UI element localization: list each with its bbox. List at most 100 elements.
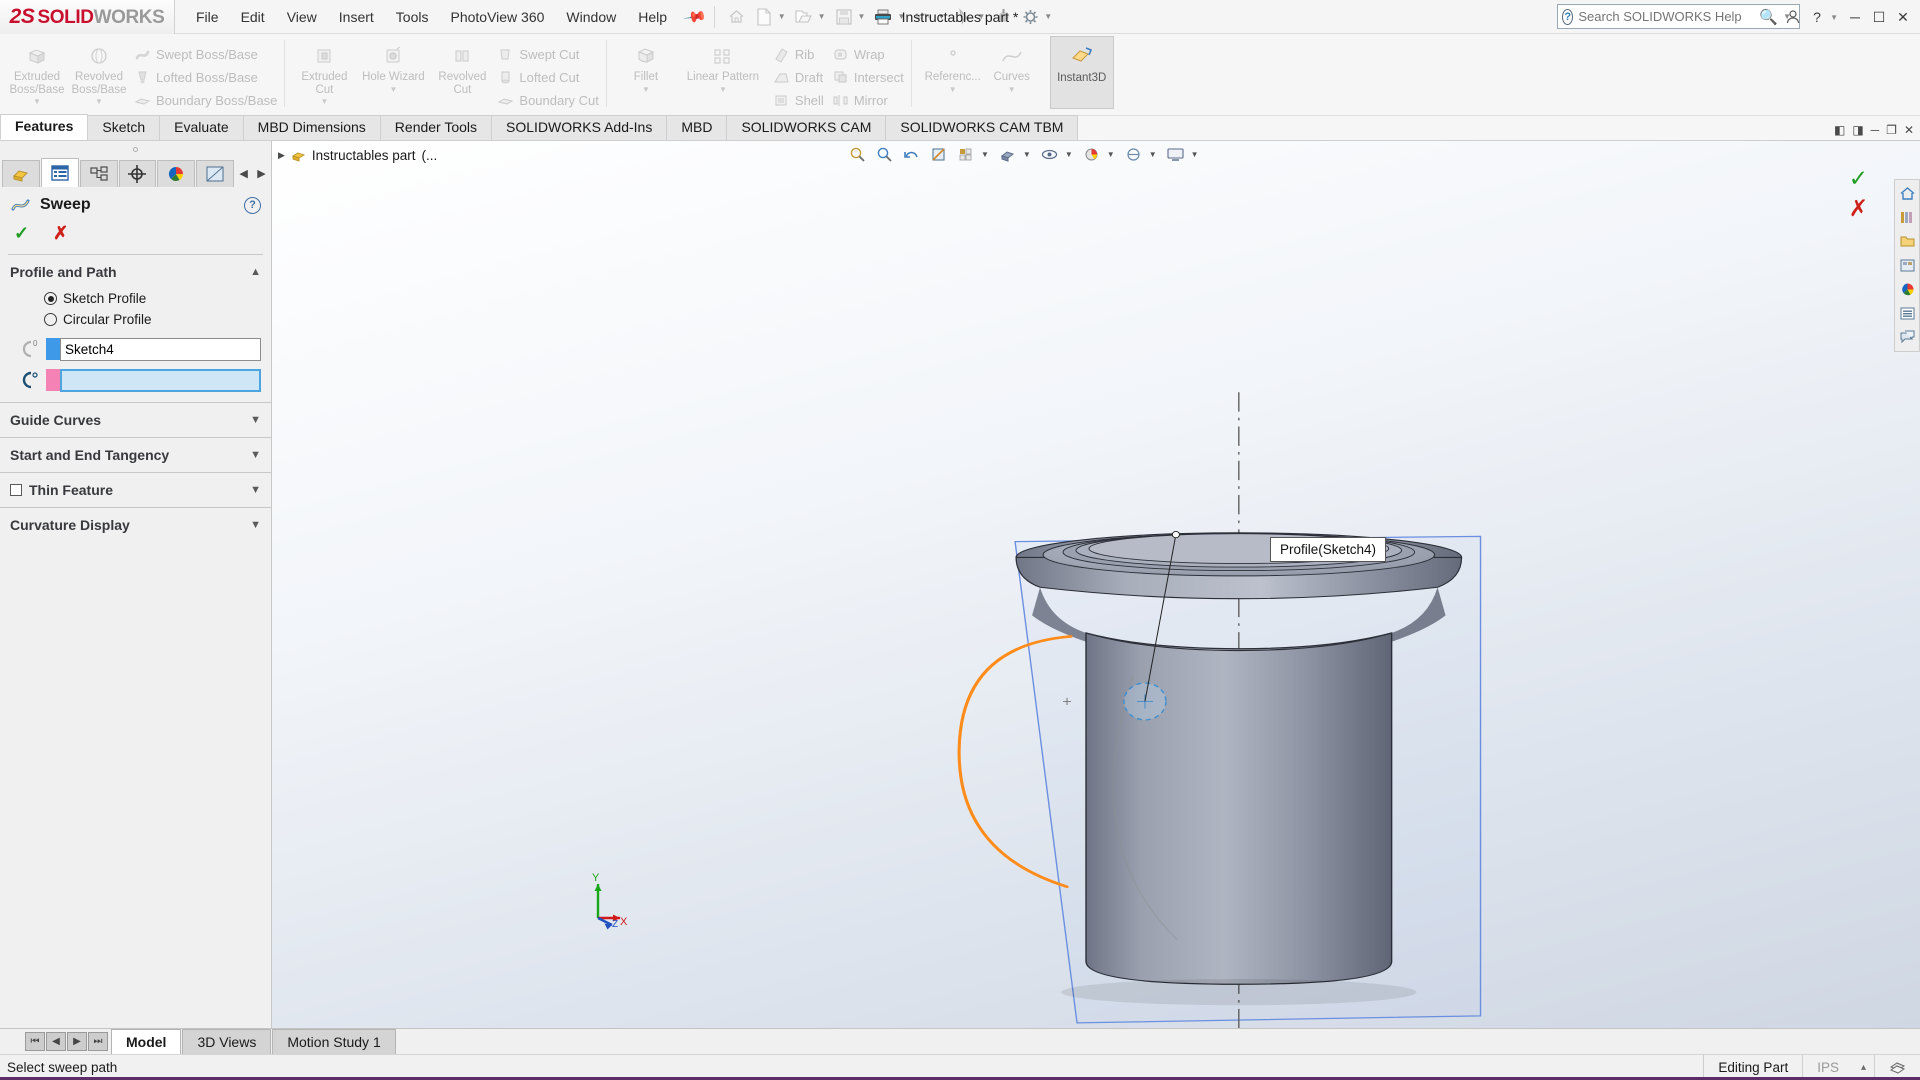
radio-circular-profile[interactable]: Circular Profile [10, 309, 261, 330]
view-orientation-icon[interactable] [954, 143, 977, 166]
pushpin-icon[interactable]: 📌 [683, 4, 709, 30]
open-folder-caret-icon[interactable]: ▼ [818, 12, 826, 21]
options-caret-icon[interactable]: ▼ [1044, 12, 1052, 21]
breadcrumb[interactable]: ▶ Instructables part (... [278, 148, 437, 163]
extruded-boss-dropdown-icon[interactable]: ▼ [6, 97, 68, 106]
last-tab-button[interactable]: ⏭ [88, 1032, 108, 1051]
display-style-caret-icon[interactable]: ▼ [1023, 150, 1031, 159]
tab-features[interactable]: Features [0, 114, 89, 140]
apply-scene-caret-icon[interactable]: ▼ [1149, 150, 1157, 159]
doc-restore-icon[interactable]: ❐ [1886, 123, 1897, 137]
menu-item-view[interactable]: View [276, 4, 328, 30]
shell-button[interactable]: Shell [769, 90, 828, 110]
graphics-viewport[interactable]: ▶ Instructables part (... ▼ ▼ ▼ ▼ ▼ ▼ Pr… [272, 141, 1920, 1028]
user-icon[interactable] [1782, 2, 1804, 32]
help-caret-icon[interactable]: ▼ [1830, 13, 1838, 22]
menu-item-insert[interactable]: Insert [328, 4, 385, 30]
thin-feature-checkbox[interactable] [10, 484, 22, 496]
instant3d-button[interactable]: Instant3D [1049, 36, 1114, 109]
pin-left-icon[interactable]: ◧ [1834, 123, 1845, 137]
maximize-button[interactable]: ☐ [1868, 2, 1890, 32]
appearances-tab[interactable] [157, 160, 196, 187]
boundary-boss-base-button[interactable]: Boundary Boss/Base [130, 90, 281, 110]
save-caret-icon[interactable]: ▼ [858, 12, 866, 21]
view-palette-icon[interactable] [1896, 255, 1918, 276]
minimize-button[interactable]: ─ [1844, 2, 1866, 32]
extruded-cut-button[interactable]: Extruded Cut ▼ [293, 38, 355, 106]
zoom-to-area-icon[interactable] [873, 143, 896, 166]
open-folder-icon[interactable] [791, 4, 817, 30]
tab-evaluate[interactable]: Evaluate [159, 115, 244, 140]
appearances-scenes-icon[interactable] [1896, 279, 1918, 300]
menu-item-tools[interactable]: Tools [385, 4, 440, 30]
close-button[interactable]: ✕ [1892, 2, 1914, 32]
chevron-down-icon[interactable]: ▼ [250, 449, 261, 461]
dimxpert-manager-tab[interactable] [118, 160, 157, 187]
bottom-tab-3d-views[interactable]: 3D Views [182, 1029, 272, 1054]
fillet-button[interactable]: Fillet ▼ [615, 38, 677, 94]
curves-button[interactable]: Curves ▼ [986, 38, 1038, 94]
chevron-down-icon[interactable]: ▼ [250, 414, 261, 426]
previous-tab-button[interactable]: ◀ [46, 1032, 66, 1051]
search-input[interactable] [1578, 9, 1755, 24]
intersect-button[interactable]: Intersect [828, 67, 908, 87]
tab-solidworks-cam[interactable]: SOLIDWORKS CAM [726, 115, 887, 140]
accept-button[interactable]: ✓ [14, 223, 29, 244]
swept-boss-base-button[interactable]: Swept Boss/Base [130, 44, 281, 64]
new-document-icon[interactable] [751, 4, 777, 30]
section-header-guide-curves[interactable]: Guide Curves ▼ [0, 402, 271, 437]
cancel-button[interactable]: ✗ [53, 223, 68, 244]
menu-item-file[interactable]: File [185, 4, 230, 30]
doc-minimize-icon[interactable]: ─ [1871, 123, 1880, 137]
confirm-cancel-icon[interactable]: ✗ [1849, 193, 1868, 223]
first-tab-button[interactable]: ⏮ [25, 1032, 45, 1051]
design-library-icon[interactable] [1896, 207, 1918, 228]
chevron-up-icon[interactable]: ▲ [250, 266, 261, 278]
section-header-curvature-display[interactable]: Curvature Display ▼ [0, 507, 271, 542]
feature-manager-tree-tab[interactable] [2, 160, 40, 187]
chevron-down-icon[interactable]: ▼ [250, 484, 261, 496]
magnifier-icon[interactable]: 🔍 [1759, 8, 1778, 26]
manager-tabs-next-icon[interactable]: ▶ [253, 160, 271, 187]
home-rail-icon[interactable] [1896, 183, 1918, 204]
display-style-icon[interactable] [996, 143, 1019, 166]
path-selection-input[interactable] [60, 368, 261, 392]
previous-view-icon[interactable] [900, 143, 923, 166]
view-orientation-caret-icon[interactable]: ▼ [981, 150, 989, 159]
swept-cut-button[interactable]: Swept Cut [493, 44, 603, 64]
linear-pattern-button[interactable]: Linear Pattern ▼ [677, 38, 769, 94]
zoom-to-fit-icon[interactable] [846, 143, 869, 166]
revolved-boss-dropdown-icon[interactable]: ▼ [68, 97, 130, 106]
next-tab-button[interactable]: ▶ [67, 1032, 87, 1051]
property-manager-tab[interactable] [40, 158, 79, 187]
display-manager-tab[interactable] [196, 160, 235, 187]
mirror-button[interactable]: Mirror [828, 90, 908, 110]
doc-close-icon[interactable]: ✕ [1904, 123, 1914, 137]
custom-properties-icon[interactable] [1896, 303, 1918, 324]
extruded-boss-base-button[interactable]: Extruded Boss/Base ▼ [6, 38, 68, 106]
hole-wizard-button[interactable]: Hole Wizard ▼ [355, 38, 431, 94]
panel-splitter[interactable] [0, 141, 271, 157]
menu-item-photoview360[interactable]: PhotoView 360 [439, 4, 555, 30]
hole-wizard-dropdown-icon[interactable]: ▼ [355, 85, 431, 94]
view-settings-caret-icon[interactable]: ▼ [1191, 150, 1199, 159]
solidworks-forum-icon[interactable] [1896, 327, 1918, 348]
home-icon[interactable] [724, 4, 750, 30]
rib-button[interactable]: Rib [769, 44, 828, 64]
tab-render-tools[interactable]: Render Tools [379, 115, 493, 140]
tab-mbd[interactable]: MBD [666, 115, 728, 140]
reference-geometry-button[interactable]: Referenc... ▼ [920, 38, 986, 94]
linear-pattern-dropdown-icon[interactable]: ▼ [677, 85, 769, 94]
edit-appearance-icon[interactable] [1080, 143, 1103, 166]
radio-sketch-profile[interactable]: Sketch Profile [10, 288, 261, 309]
section-header-thin-feature[interactable]: Thin Feature ▼ [0, 472, 271, 507]
menu-item-window[interactable]: Window [555, 4, 627, 30]
print-icon[interactable] [870, 4, 896, 30]
hide-show-items-icon[interactable] [1038, 143, 1061, 166]
apply-scene-icon[interactable] [1122, 143, 1145, 166]
edit-appearance-caret-icon[interactable]: ▼ [1107, 150, 1115, 159]
revolved-boss-base-button[interactable]: Revolved Boss/Base ▼ [68, 38, 130, 106]
confirm-accept-icon[interactable]: ✓ [1849, 163, 1868, 193]
view-settings-icon[interactable] [1164, 143, 1187, 166]
save-icon[interactable] [831, 4, 857, 30]
